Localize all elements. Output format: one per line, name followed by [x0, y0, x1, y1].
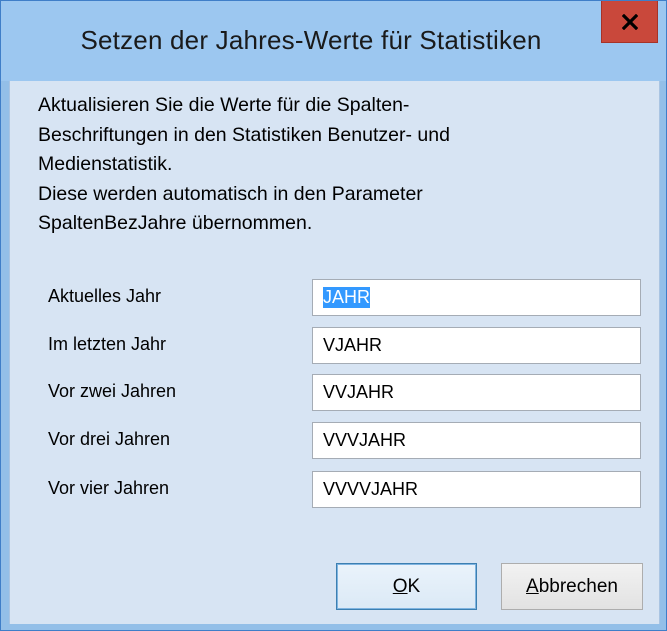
cancel-button[interactable]: Abbrechen: [501, 563, 643, 610]
description-line: Medienstatistik.: [38, 153, 173, 175]
dialog-body: Aktualisieren Sie die Werte für die Spal…: [9, 81, 660, 624]
dialog-window: Setzen der Jahres-Werte für Statistiken …: [0, 0, 667, 631]
description-line: Aktualisieren Sie die Werte für die Spal…: [38, 94, 410, 116]
input-aktuelles-jahr[interactable]: JAHR: [312, 279, 641, 316]
window-title: Setzen der Jahres-Werte für Statistiken: [80, 25, 542, 55]
input-value: VJAHR: [323, 335, 383, 355]
cancel-button-mnemonic: A: [526, 575, 539, 597]
ok-button-mnemonic: O: [392, 575, 408, 597]
cancel-button-label: bbrechen: [538, 575, 618, 597]
description-line: Beschriftungen in den Statistiken Benutz…: [38, 123, 450, 146]
input-vor-vier-jahren[interactable]: VVVVJAHR: [312, 471, 641, 508]
description-text: Aktualisieren Sie die Werte für die Spal…: [38, 91, 638, 239]
label-vor-drei-jahren: Vor drei Jahren: [48, 429, 171, 449]
close-button[interactable]: [601, 1, 658, 43]
close-icon: [621, 13, 638, 30]
title-bar[interactable]: Setzen der Jahres-Werte für Statistiken: [1, 1, 666, 81]
input-value: JAHR: [323, 287, 371, 308]
label-aktuelles-jahr: Aktuelles Jahr: [48, 286, 162, 306]
ok-button-label: K: [407, 575, 421, 597]
label-im-letzten-jahr: Im letzten Jahr: [48, 334, 167, 354]
ok-button[interactable]: OK: [336, 563, 477, 610]
description-line: SpaltenBezJahre übernommen.: [38, 212, 313, 234]
input-value: VVVVJAHR: [323, 479, 419, 499]
label-vor-vier-jahren: Vor vier Jahren: [48, 478, 170, 498]
description-line: Diese werden automatisch in den Paramete…: [38, 182, 423, 205]
input-vor-drei-jahren[interactable]: VVVJAHR: [312, 422, 641, 459]
input-value: VVVJAHR: [323, 430, 407, 450]
input-im-letzten-jahr[interactable]: VJAHR: [312, 327, 641, 364]
input-value: VVJAHR: [323, 382, 395, 402]
label-vor-zwei-jahren: Vor zwei Jahren: [48, 381, 177, 401]
input-vor-zwei-jahren[interactable]: VVJAHR: [312, 374, 641, 411]
